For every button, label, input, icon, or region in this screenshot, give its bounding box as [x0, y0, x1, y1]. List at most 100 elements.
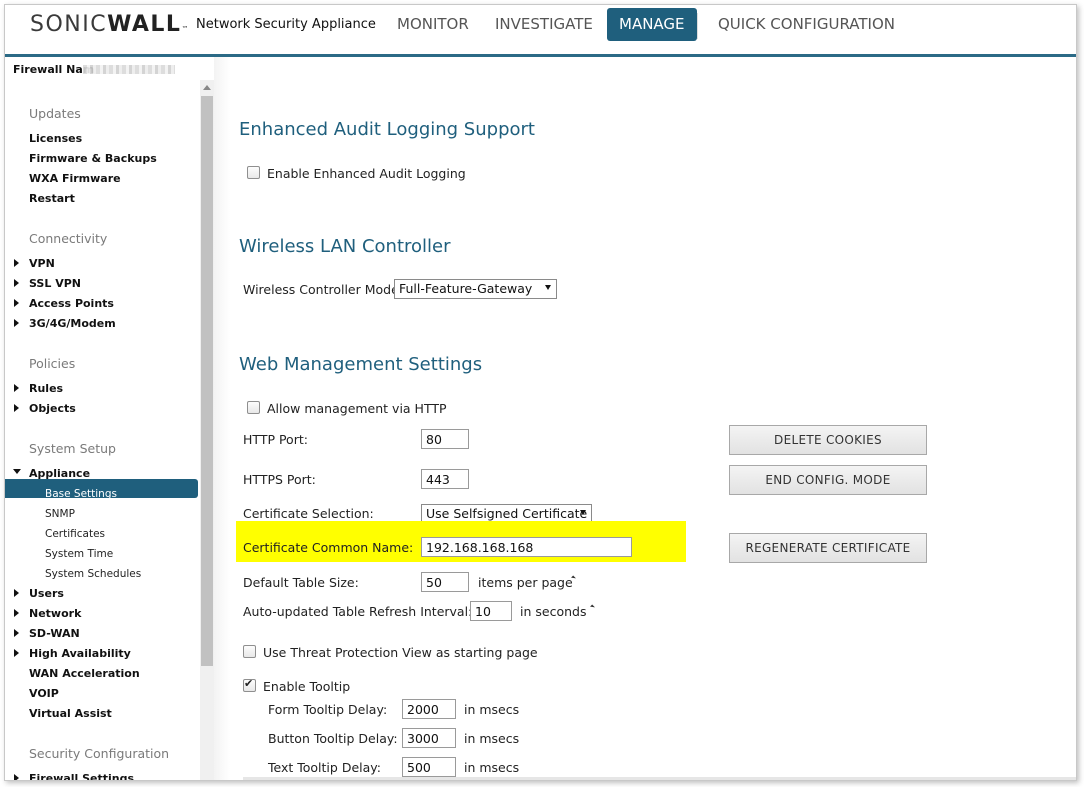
sidebar-item-ssl-vpn[interactable]: SSL VPN: [29, 277, 81, 291]
sidebar-item-wxa-firmware[interactable]: WXA Firmware: [29, 172, 121, 186]
dropdown-arrow-icon: [580, 510, 586, 515]
expand-arrow-icon[interactable]: [14, 384, 19, 392]
button-tooltip-delay-label: Button Tooltip Delay:: [268, 731, 398, 746]
sidebar-item-firmware-backups[interactable]: Firmware & Backups: [29, 152, 157, 166]
sidebar-item-high-availability[interactable]: High Availability: [29, 647, 131, 661]
enable-tooltip-label: Enable Tooltip: [263, 679, 351, 694]
content-bottom-edge: [243, 777, 1076, 780]
expand-arrow-icon[interactable]: [14, 609, 19, 617]
certificate-common-name-input[interactable]: 192.168.168.168: [421, 537, 632, 557]
top-bar: SONICWALL™ Network Security Appliance MO…: [5, 5, 1076, 54]
sidebar-item-system-schedules[interactable]: System Schedules: [45, 567, 141, 581]
wireless-controller-mode-select[interactable]: Full-Feature-Gateway: [394, 279, 557, 299]
http-port-label: HTTP Port:: [243, 432, 308, 447]
sidebar-item-wan-acceleration[interactable]: WAN Acceleration: [29, 667, 140, 681]
expand-arrow-icon[interactable]: [14, 319, 19, 327]
expand-arrow-icon[interactable]: [14, 589, 19, 597]
form-tooltip-delay-unit: in msecs: [464, 702, 520, 717]
sidebar-item-restart[interactable]: Restart: [29, 192, 75, 206]
sidebar-item-vpn[interactable]: VPN: [29, 257, 55, 271]
sidebar-item-appliance[interactable]: Appliance: [29, 467, 90, 481]
logo-text-bold: WALL: [107, 12, 182, 37]
form-tooltip-delay-label: Form Tooltip Delay:: [268, 702, 388, 717]
default-table-size-label: Default Table Size:: [243, 575, 359, 590]
sidebar-heading-policies: Policies: [29, 356, 76, 371]
nav-manage[interactable]: MANAGE: [607, 8, 697, 41]
expand-arrow-icon[interactable]: [14, 259, 19, 267]
https-port-input[interactable]: 443: [421, 469, 469, 489]
sidebar-scrollbar-thumb[interactable]: [201, 96, 213, 666]
end-config-mode-button[interactable]: END CONFIG. MODE: [729, 465, 927, 495]
wireless-controller-mode-label: Wireless Controller Mode:: [243, 282, 404, 297]
refresh-interval-unit: in seconds: [520, 604, 587, 619]
product-name: Network Security Appliance: [196, 17, 376, 32]
sonicwall-logo: SONICWALL™: [30, 11, 190, 39]
audit-section-title: Enhanced Audit Logging Support: [239, 119, 535, 140]
sidebar-heading-updates: Updates: [29, 106, 81, 121]
logo-text-light: SONIC: [30, 12, 108, 37]
text-tooltip-delay-unit: in msecs: [464, 760, 520, 775]
sidebar-item-network[interactable]: Network: [29, 607, 81, 621]
dropdown-arrow-icon: [545, 285, 551, 290]
text-tooltip-delay-input[interactable]: 500: [402, 757, 456, 777]
threat-protection-view-label: Use Threat Protection View as starting p…: [263, 645, 538, 660]
nav-divider: [697, 13, 698, 39]
wireless-controller-mode-value: Full-Feature-Gateway: [399, 281, 533, 296]
scroll-up-arrow-icon[interactable]: [203, 85, 211, 90]
button-tooltip-delay-input[interactable]: 3000: [402, 728, 456, 748]
content-edge-shade: [214, 57, 230, 780]
sidebar-item-rules[interactable]: Rules: [29, 382, 63, 396]
sidebar-item-firewall-settings[interactable]: Firewall Settings: [29, 772, 134, 780]
expand-arrow-icon[interactable]: [14, 279, 19, 287]
sidebar-item-licenses[interactable]: Licenses: [29, 132, 82, 146]
sidebar-heading-connectivity: Connectivity: [29, 231, 108, 246]
wlan-section-title: Wireless LAN Controller: [239, 236, 451, 257]
firewall-name-redacted: [83, 65, 175, 74]
enable-audit-logging-label: Enable Enhanced Audit Logging: [267, 166, 466, 181]
delete-cookies-button[interactable]: DELETE COOKIES: [729, 425, 927, 455]
certificate-common-name-label: Certificate Common Name:: [243, 540, 414, 555]
sidebar-item-certificates[interactable]: Certificates: [45, 527, 105, 541]
sidebar-item-base-settings[interactable]: Base Settings: [45, 487, 117, 501]
allow-http-checkbox[interactable]: [247, 401, 260, 414]
expand-arrow-icon[interactable]: [14, 299, 19, 307]
sidebar-item-voip[interactable]: VOIP: [29, 687, 59, 701]
nav-monitor[interactable]: MONITOR: [385, 8, 481, 41]
regenerate-certificate-button[interactable]: REGENERATE CERTIFICATE: [729, 533, 927, 563]
expand-arrow-icon[interactable]: [14, 404, 19, 412]
nav-investigate[interactable]: INVESTIGATE: [483, 8, 605, 41]
sidebar-item-virtual-assist[interactable]: Virtual Assist: [29, 707, 112, 721]
sidebar-item-sd-wan[interactable]: SD-WAN: [29, 627, 80, 641]
certificate-selection-label: Certificate Selection:: [243, 506, 374, 521]
expand-arrow-icon[interactable]: [14, 649, 19, 657]
nav-quick-configuration[interactable]: QUICK CONFIGURATION: [706, 8, 907, 41]
refresh-interval-label: Auto-updated Table Refresh Interval:: [243, 604, 473, 619]
button-tooltip-delay-unit: in msecs: [464, 731, 520, 746]
sidebar-item-access-points[interactable]: Access Points: [29, 297, 114, 311]
allow-http-label: Allow management via HTTP: [267, 401, 447, 416]
app-window: SONICWALL™ Network Security Appliance MO…: [4, 4, 1077, 781]
sidebar-heading-security-configuration: Security Configuration: [29, 746, 170, 761]
sidebar-item-users[interactable]: Users: [29, 587, 64, 601]
refresh-interval-input[interactable]: 10: [470, 601, 512, 621]
threat-protection-view-checkbox[interactable]: [243, 645, 256, 658]
logo-trademark: ™: [181, 25, 190, 33]
form-tooltip-delay-input[interactable]: 2000: [402, 699, 456, 719]
default-table-size-input[interactable]: 50: [421, 572, 469, 592]
http-port-input[interactable]: 80: [421, 429, 469, 449]
enable-audit-logging-checkbox[interactable]: [247, 166, 260, 179]
sidebar-item-snmp[interactable]: SNMP: [45, 507, 75, 521]
https-port-label: HTTPS Port:: [243, 472, 316, 487]
expand-arrow-icon[interactable]: [14, 629, 19, 637]
text-tooltip-delay-label: Text Tooltip Delay:: [268, 760, 381, 775]
sidebar-item-3g-4g-modem[interactable]: 3G/4G/Modem: [29, 317, 116, 331]
expand-arrow-icon[interactable]: [14, 774, 19, 780]
table-size-unit: items per page: [478, 575, 573, 590]
sidebar-heading-system-setup: System Setup: [29, 441, 116, 456]
sidebar-item-system-time[interactable]: System Time: [45, 547, 113, 561]
collapse-arrow-icon[interactable]: [13, 469, 21, 474]
enable-tooltip-checkbox[interactable]: [243, 677, 256, 692]
sidebar-item-objects[interactable]: Objects: [29, 402, 76, 416]
certificate-selection-value: Use Selfsigned Certificate: [426, 506, 588, 521]
web-management-section-title: Web Management Settings: [239, 354, 483, 375]
